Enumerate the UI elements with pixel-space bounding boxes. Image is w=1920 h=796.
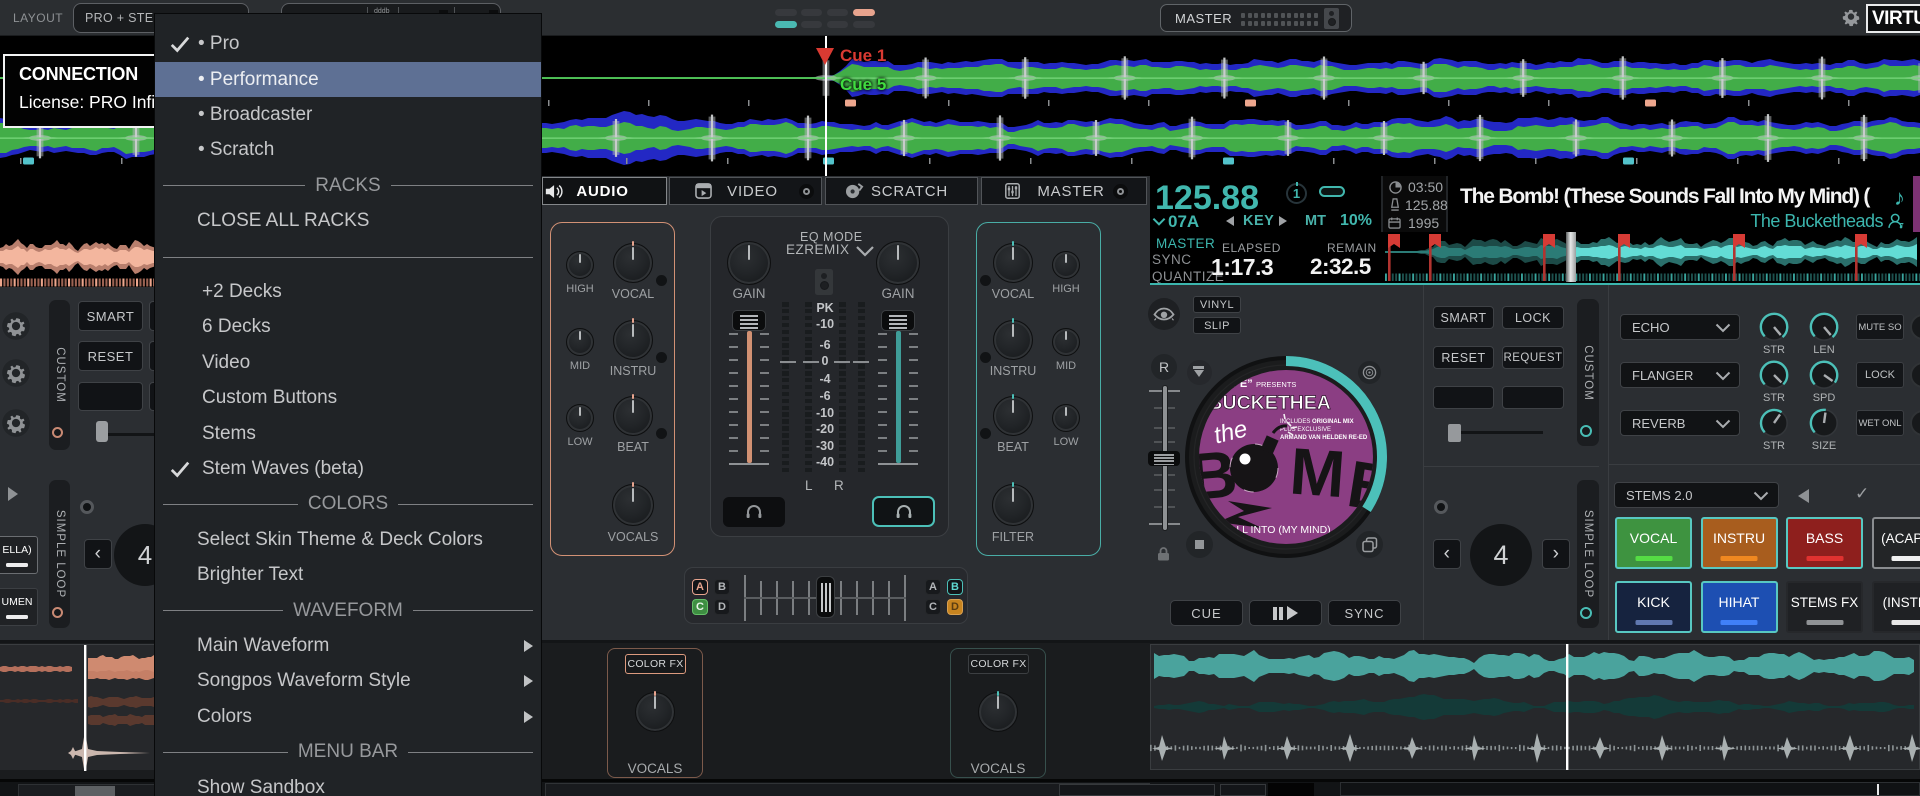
- svg-text:PRESENTS: PRESENTS: [1256, 380, 1296, 389]
- svg-text:INCLUDES ORIGINAL MIX: INCLUDES ORIGINAL MIX: [1280, 419, 1354, 425]
- svg-text:PLUS EXCLUSIVE: PLUS EXCLUSIVE: [1280, 427, 1331, 433]
- svg-text:M: M: [1288, 434, 1348, 512]
